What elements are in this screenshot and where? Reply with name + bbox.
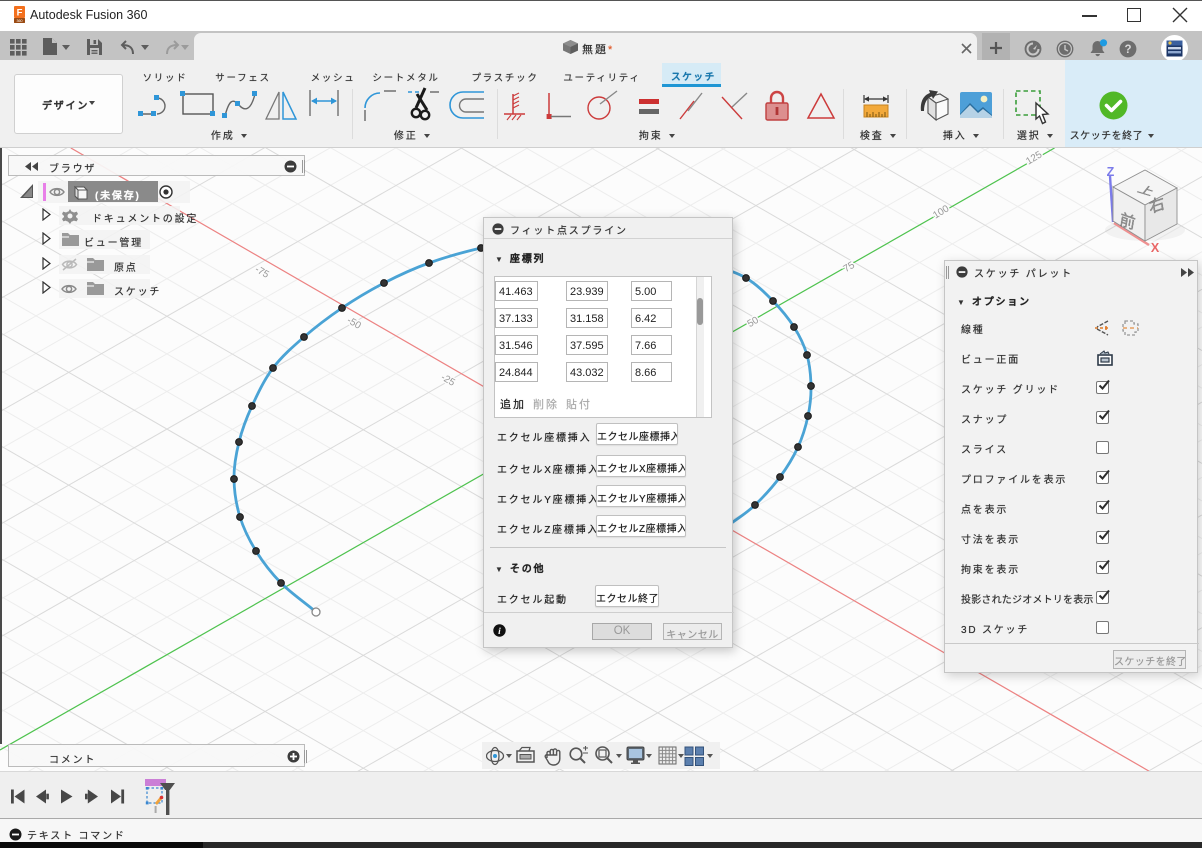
svg-text:360: 360 <box>17 19 23 23</box>
svg-text:F: F <box>17 8 23 19</box>
svg-text:i: i <box>498 627 501 637</box>
svg-text:?: ? <box>1124 44 1131 56</box>
svg-text:Z: Z <box>1107 165 1115 179</box>
svg-text:X: X <box>1151 241 1160 255</box>
